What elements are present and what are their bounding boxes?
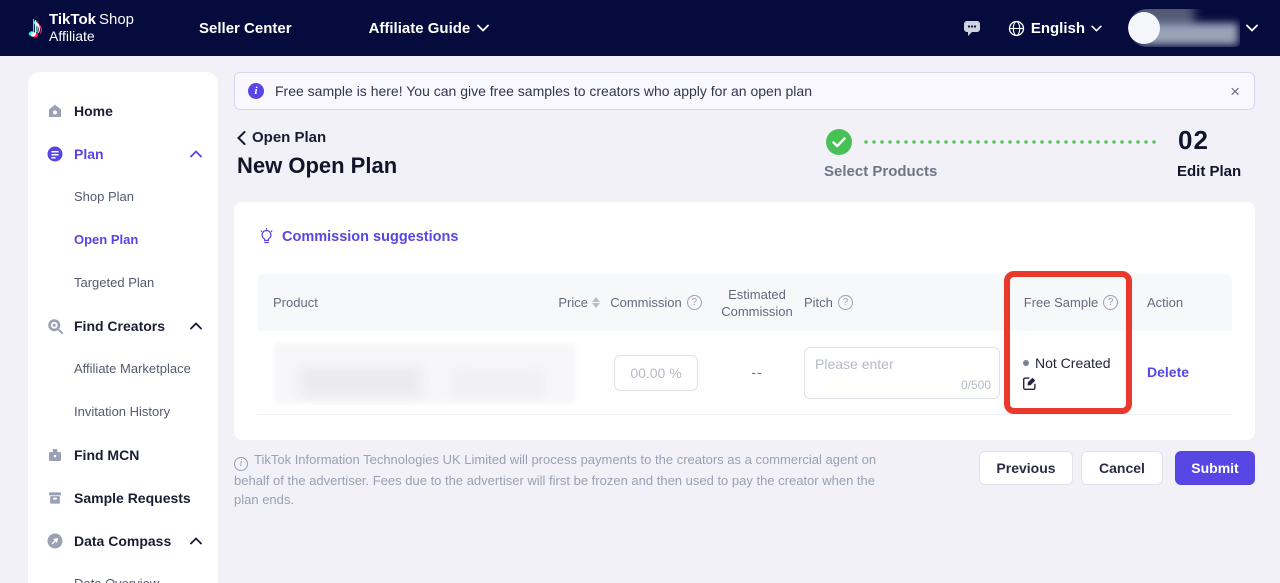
sidebar-item-label: Shop Plan (74, 189, 134, 204)
tiktok-note-icon: ♪ (28, 13, 43, 43)
page-title: New Open Plan (237, 153, 397, 179)
language-selector[interactable]: English (1008, 20, 1102, 37)
home-icon (46, 102, 64, 120)
language-label: English (1031, 20, 1085, 37)
step1-label: Select Products (824, 163, 937, 180)
previous-button[interactable]: Previous (979, 451, 1073, 485)
help-icon[interactable]: ? (838, 295, 853, 310)
close-icon[interactable]: × (1230, 83, 1240, 100)
nav-seller-center-label: Seller Center (199, 20, 292, 37)
logo-affiliate: Affiliate (49, 28, 95, 44)
header-commission: Commission (610, 295, 682, 310)
chevron-up-icon (190, 322, 202, 330)
commission-suggestions-link[interactable]: Commission suggestions (258, 228, 458, 245)
avatar (1128, 9, 1240, 47)
sidebar-item-targeted-plan[interactable]: Targeted Plan (28, 261, 218, 304)
sample-requests-icon (46, 489, 64, 507)
header-action: Action (1134, 295, 1232, 310)
step1-check-icon (826, 129, 852, 155)
edit-icon[interactable] (1023, 376, 1037, 390)
sidebar-item-open-plan[interactable]: Open Plan (28, 218, 218, 261)
find-mcn-icon (46, 446, 64, 464)
pitch-char-counter: 0/500 (961, 378, 991, 392)
help-icon[interactable]: ? (1103, 295, 1118, 310)
top-navbar: ♪ TikTokShop Affiliate Seller Center Aff… (0, 0, 1280, 56)
nav-seller-center[interactable]: Seller Center (199, 20, 292, 37)
sidebar-item-label: Plan (74, 146, 104, 162)
header-estimated-commission: Estimated Commission (712, 286, 802, 320)
sidebar-item-home[interactable]: Home (28, 89, 218, 132)
sidebar-item-label: Affiliate Marketplace (74, 361, 191, 376)
logo-text: TikTokShop Affiliate (49, 12, 134, 45)
chevron-down-icon (1246, 24, 1258, 32)
commission-suggestions-label: Commission suggestions (282, 229, 458, 245)
chevron-down-icon (1091, 25, 1102, 32)
header-price: Price (558, 295, 588, 310)
sidebar-item-plan[interactable]: Plan (28, 132, 218, 175)
sidebar: Home Plan Shop Plan Open Plan Targeted P… (28, 72, 218, 583)
data-compass-icon (46, 532, 64, 550)
lightbulb-icon (258, 228, 275, 245)
sidebar-item-sample-requests[interactable]: Sample Requests (28, 476, 218, 519)
table-header-row: Product Price Commission ? Estimated Com… (258, 274, 1232, 331)
stepper-dotted-line (862, 140, 1160, 144)
info-icon: i (234, 457, 248, 471)
status-dot (1023, 360, 1029, 366)
chevron-up-icon (190, 150, 202, 158)
sidebar-item-find-creators[interactable]: Find Creators (28, 304, 218, 347)
product-thumbnail-blurred (273, 341, 591, 405)
step2-number: 02 (1178, 125, 1209, 156)
logo-shop: Shop (99, 11, 134, 28)
sidebar-item-find-mcn[interactable]: Find MCN (28, 433, 218, 476)
sidebar-item-invitation-history[interactable]: Invitation History (28, 390, 218, 433)
sidebar-item-label: Open Plan (74, 232, 138, 247)
sidebar-item-label: Data Compass (74, 533, 171, 549)
disclaimer-text: TikTok Information Technologies UK Limit… (234, 452, 876, 507)
breadcrumb[interactable]: Open Plan (237, 129, 326, 146)
account-menu[interactable] (1128, 9, 1258, 47)
sidebar-item-label: Find MCN (74, 447, 139, 463)
back-chevron-icon (237, 131, 246, 145)
nav-affiliate-guide[interactable]: Affiliate Guide (369, 20, 490, 37)
sidebar-item-label: Data Overview (74, 576, 159, 583)
chevron-down-icon (477, 24, 489, 32)
header-free-sample: Free Sample (1024, 295, 1098, 310)
banner-text: Free sample is here! You can give free s… (275, 83, 812, 99)
plan-icon (46, 145, 64, 163)
sidebar-item-data-overview[interactable]: Data Overview (28, 562, 218, 583)
chevron-up-icon (190, 537, 202, 545)
find-creators-icon (46, 317, 64, 335)
table-row: -- 0/500 Not Created Delete (258, 331, 1232, 415)
step2-label: Edit Plan (1177, 163, 1241, 180)
delete-button[interactable]: Delete (1147, 364, 1189, 380)
chat-icon[interactable] (962, 18, 982, 38)
sidebar-item-label: Invitation History (74, 404, 170, 419)
free-sample-banner: i Free sample is here! You can give free… (234, 72, 1255, 110)
free-sample-status: Not Created (1035, 355, 1110, 371)
tiktok-shop-affiliate-logo[interactable]: ♪ TikTokShop Affiliate (28, 12, 134, 45)
breadcrumb-label: Open Plan (252, 129, 326, 146)
payment-disclaimer: iTikTok Information Technologies UK Limi… (234, 450, 890, 509)
sidebar-item-label: Home (74, 103, 113, 119)
info-icon: i (248, 83, 264, 99)
sidebar-item-label: Targeted Plan (74, 275, 154, 290)
sidebar-item-label: Sample Requests (74, 490, 191, 506)
nav-affiliate-guide-label: Affiliate Guide (369, 20, 471, 37)
sidebar-item-shop-plan[interactable]: Shop Plan (28, 175, 218, 218)
submit-button[interactable]: Submit (1175, 451, 1255, 485)
globe-icon (1008, 20, 1025, 37)
header-pitch: Pitch (804, 295, 833, 310)
sidebar-item-label: Find Creators (74, 318, 165, 334)
header-product: Product (258, 295, 538, 310)
commission-input[interactable] (614, 355, 698, 391)
sort-icon[interactable] (592, 297, 600, 308)
sidebar-item-affiliate-marketplace[interactable]: Affiliate Marketplace (28, 347, 218, 390)
logo-brand: TikTok (49, 11, 96, 28)
products-table: Product Price Commission ? Estimated Com… (258, 274, 1232, 415)
cancel-button[interactable]: Cancel (1081, 451, 1163, 485)
sidebar-item-data-compass[interactable]: Data Compass (28, 519, 218, 562)
help-icon[interactable]: ? (687, 295, 702, 310)
estimated-commission-value: -- (751, 364, 762, 380)
